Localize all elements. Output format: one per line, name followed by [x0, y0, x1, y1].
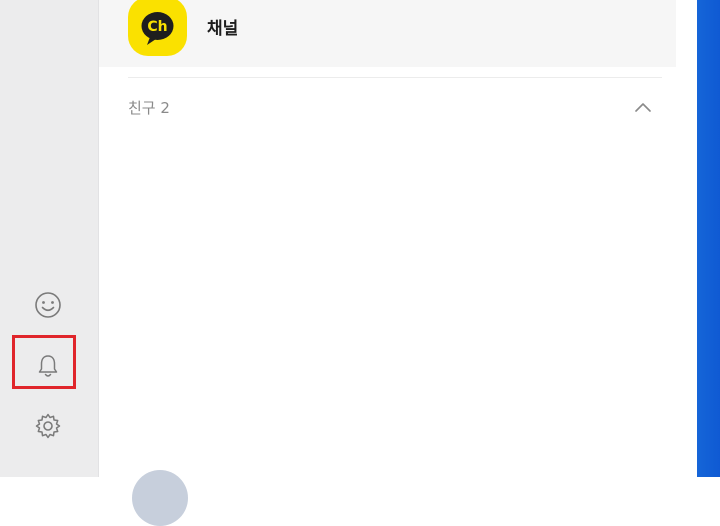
chat-bubble-icon: Ch [141, 12, 174, 45]
channel-label: 채널 [207, 19, 239, 39]
channel-icon: Ch [128, 0, 187, 56]
sidebar [0, 0, 99, 477]
emoticon-icon [35, 292, 61, 318]
friends-section-label: 친구 2 [128, 99, 170, 117]
emoticon-button[interactable] [30, 287, 66, 323]
main-panel: Ch 채널 친구 2 [99, 0, 676, 526]
channel-icon-text: Ch [147, 19, 167, 35]
avatar[interactable] [132, 470, 188, 526]
highlight-box [12, 335, 76, 389]
divider [128, 77, 662, 78]
settings-button[interactable] [30, 408, 66, 444]
desktop-background [697, 0, 720, 477]
channel-row[interactable]: Ch 채널 [99, 0, 676, 67]
chevron-up-icon [635, 103, 651, 112]
collapse-button[interactable] [629, 96, 657, 118]
gear-icon [35, 413, 61, 439]
